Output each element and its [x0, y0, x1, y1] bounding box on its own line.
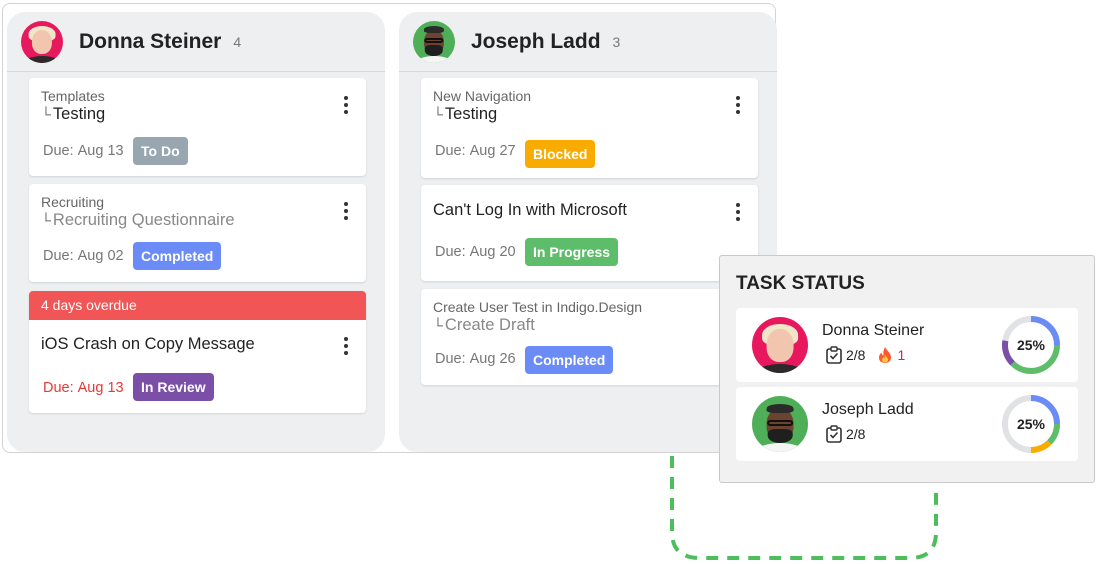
task-title: Can't Log In with Microsoft [433, 201, 627, 219]
kanban-board: Donna Steiner 4 Templates └ Testing Due: A… [2, 3, 777, 453]
more-vertical-icon[interactable] [344, 96, 348, 114]
task-parent: Templates [41, 88, 105, 104]
task-card[interactable]: New Navigation └ Testing Due: Aug 27 Block… [421, 78, 758, 178]
task-parent: Recruiting [41, 194, 105, 210]
tree-branch-icon: └ [41, 212, 51, 228]
tree-branch-icon: └ [41, 106, 51, 122]
column-count: 3 [612, 33, 621, 50]
avatar [752, 396, 808, 452]
column-donna-steiner: Donna Steiner 4 Templates └ Testing Due: A… [7, 12, 385, 452]
panel-title: TASK STATUS [736, 273, 865, 294]
avatar [21, 20, 63, 63]
more-vertical-icon[interactable] [344, 202, 348, 220]
progress-percent: 25% [1017, 337, 1046, 353]
more-vertical-icon[interactable] [736, 96, 740, 114]
checklist-icon [826, 346, 842, 364]
overdue-banner: 4 days overdue [29, 291, 366, 320]
column-title: Donna Steiner [79, 29, 222, 53]
progress-ring: 25% [1000, 314, 1062, 376]
due-date: Due: Aug 20 [435, 244, 516, 260]
task-parent: New Navigation [433, 88, 532, 104]
column-count: 4 [233, 33, 242, 50]
task-status-panel: TASK STATUS Donna Steiner 2/8 1 25% Jose… [719, 255, 1095, 483]
fire-icon [879, 347, 892, 363]
task-title: └ Create Draft [433, 316, 535, 334]
status-badge[interactable]: Completed [525, 346, 614, 374]
column-title: Joseph Ladd [471, 29, 601, 53]
task-card[interactable]: Recruiting └ Recruiting Questionnaire Due… [29, 184, 366, 282]
avatar [752, 317, 808, 373]
avatar [413, 20, 455, 63]
task-title: └ Testing [41, 105, 106, 123]
task-count: 2/8 [846, 347, 866, 363]
checklist-icon [826, 425, 842, 443]
tree-branch-icon: └ [433, 106, 443, 122]
status-row-donna-steiner[interactable]: Donna Steiner 2/8 1 25% [736, 308, 1078, 382]
task-stats: 2/8 [825, 425, 865, 443]
tree-branch-icon: └ [433, 317, 443, 333]
person-name: Joseph Ladd [822, 401, 914, 418]
status-badge[interactable]: In Review [133, 373, 214, 401]
due-date: Due: Aug 13 [43, 143, 124, 159]
column-header: Donna Steiner 4 [7, 12, 385, 72]
task-card[interactable]: Can't Log In with Microsoft Due: Aug 20 I… [421, 185, 758, 281]
task-title: iOS Crash on Copy Message [41, 335, 255, 353]
column-header: Joseph Ladd 3 [399, 12, 777, 72]
due-date: Due: Aug 13 [43, 380, 124, 396]
task-title: └ Testing [433, 105, 498, 123]
status-badge[interactable]: To Do [133, 137, 188, 165]
progress-ring: 25% [1000, 393, 1062, 455]
task-parent: Create User Test in Indigo.Design [433, 299, 643, 315]
task-card[interactable]: 4 days overdue iOS Crash on Copy Message… [29, 291, 366, 413]
task-count: 2/8 [846, 426, 866, 442]
more-vertical-icon[interactable] [344, 337, 348, 355]
task-card[interactable]: Templates └ Testing Due: Aug 13 To Do [29, 78, 366, 176]
status-badge[interactable]: In Progress [525, 238, 619, 266]
due-date: Due: Aug 26 [435, 351, 516, 367]
due-date: Due: Aug 27 [435, 143, 516, 159]
task-card[interactable]: Create User Test in Indigo.Design └ Creat… [421, 289, 758, 385]
task-title: └ Recruiting Questionnaire [41, 211, 235, 229]
task-stats: 2/8 1 [825, 346, 905, 364]
due-date: Due: Aug 02 [43, 248, 124, 264]
status-badge[interactable]: Completed [133, 242, 222, 270]
more-vertical-icon[interactable] [736, 203, 740, 221]
hot-count: 1 [897, 347, 906, 363]
progress-percent: 25% [1017, 416, 1046, 432]
status-row-joseph-ladd[interactable]: Joseph Ladd 2/8 25% [736, 387, 1078, 461]
person-name: Donna Steiner [822, 322, 925, 339]
status-badge[interactable]: Blocked [525, 140, 596, 168]
